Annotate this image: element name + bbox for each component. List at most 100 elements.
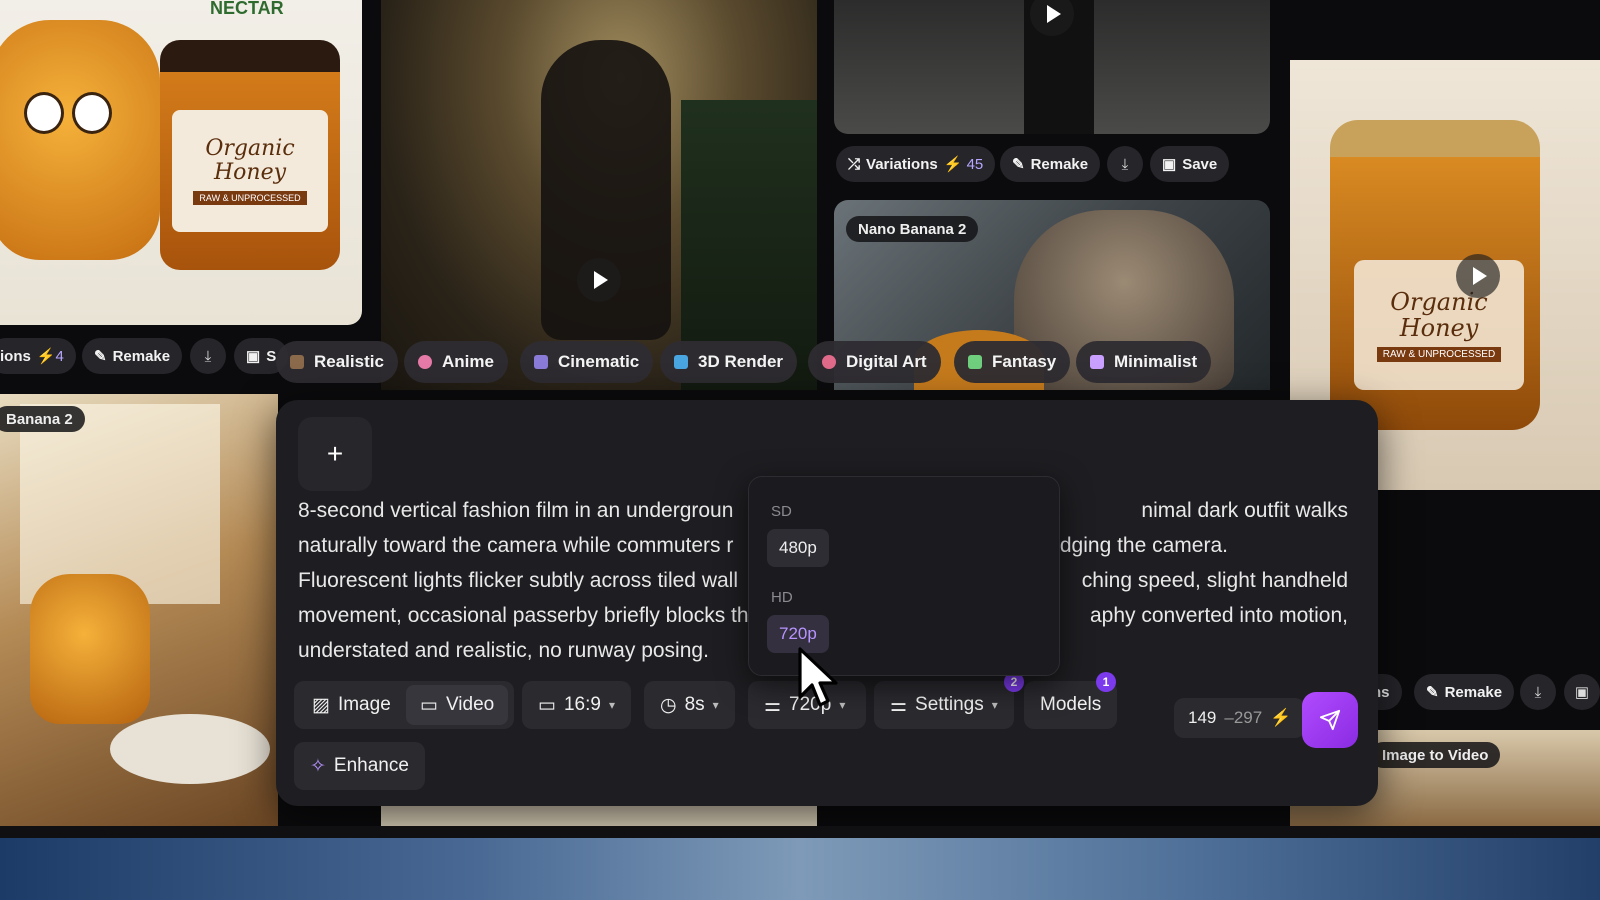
mouse-cursor-icon xyxy=(798,647,838,707)
pencil-icon: ✎ xyxy=(1012,156,1025,173)
window-light xyxy=(20,404,220,604)
models-label: Models xyxy=(1040,694,1102,715)
mode-video-button[interactable]: ▭ Video xyxy=(406,685,509,725)
pencil-icon: ✎ xyxy=(94,348,107,365)
save-icon: ▣ xyxy=(246,348,261,365)
magic-wand-icon: ✧ xyxy=(310,755,326,777)
settings-label: Settings xyxy=(915,694,984,715)
model-tag-banana: Banana 2 xyxy=(0,406,85,432)
download-button-right[interactable]: ⤓ xyxy=(1520,674,1556,710)
aspect-icon: ▭ xyxy=(538,694,556,716)
duration-value: 8s xyxy=(684,694,705,715)
jar-label-text: Organic Honey xyxy=(205,136,295,185)
save-button-right[interactable]: ▣ xyxy=(1564,674,1600,710)
chevron-down-icon: ▾ xyxy=(712,698,719,712)
style-label: Cinematic xyxy=(558,352,640,371)
right-jar-label-sub: RAW & UNPROCESSED xyxy=(1376,346,1502,362)
model-tag-image-to-video: Image to Video xyxy=(1370,742,1501,768)
remake-button[interactable]: ✎ Remake xyxy=(1000,146,1101,182)
cost-value: 149 xyxy=(1188,708,1217,727)
jar-label-sub: RAW & UNPROCESSED xyxy=(193,191,307,205)
dropdown-group-hd: HD xyxy=(771,589,793,606)
send-icon xyxy=(1319,709,1341,731)
save-label: S xyxy=(266,347,277,365)
sliders-icon: ⚌ xyxy=(764,694,782,716)
variations-button-left[interactable]: ions ⚡4 xyxy=(0,338,76,374)
remake-label: Remake xyxy=(112,347,171,365)
variations-label: ions xyxy=(0,347,31,365)
style-chip-realistic[interactable]: Realistic xyxy=(276,341,398,383)
variations-count: ⚡ 45 xyxy=(943,156,984,173)
play-icon[interactable] xyxy=(577,258,621,302)
style-chip-cinematic[interactable]: Cinematic xyxy=(520,341,654,383)
aspect-ratio-select[interactable]: ▭ 16:9 ▾ xyxy=(522,681,631,729)
style-label: 3D Render xyxy=(698,352,784,371)
style-label: Digital Art xyxy=(846,352,927,371)
cartoon-eye-right xyxy=(72,92,112,134)
corridor-video-tile[interactable] xyxy=(834,0,1270,134)
remake-label: Remake xyxy=(1030,155,1089,173)
minimalist-icon xyxy=(1090,355,1104,369)
mode-image-label: Image xyxy=(337,694,391,715)
palette-icon xyxy=(822,355,836,369)
style-label: Anime xyxy=(442,352,494,371)
clapperboard-icon xyxy=(534,355,548,369)
enhance-button[interactable]: ✧ Enhance xyxy=(294,742,425,790)
mode-image-button[interactable]: ▨ Image xyxy=(298,685,405,725)
style-chip-fantasy[interactable]: Fantasy xyxy=(954,341,1071,383)
bottom-honey-tile[interactable] xyxy=(381,806,817,826)
remake-button-right[interactable]: ✎ Remake xyxy=(1414,674,1515,710)
chevron-down-icon: ▾ xyxy=(991,698,998,712)
style-label: Fantasy xyxy=(992,352,1057,371)
download-icon: ⤓ xyxy=(204,347,212,365)
variations-button[interactable]: ⤮ Variations ⚡ 45 xyxy=(836,146,996,182)
settings-button[interactable]: ⚌ Settings ▾ xyxy=(874,681,1014,729)
remake-label: Remake xyxy=(1444,683,1503,701)
video-icon: ▭ xyxy=(420,694,438,716)
cube-icon xyxy=(674,355,688,369)
mode-toggle: ▨ Image ▭ Video xyxy=(294,681,514,729)
resolution-option-480p[interactable]: 480p xyxy=(767,529,829,567)
model-tag-nano-banana: Nano Banana 2 xyxy=(846,216,979,242)
style-label: Realistic xyxy=(314,352,384,371)
remake-button-left[interactable]: ✎ Remake xyxy=(82,338,183,374)
play-icon-right[interactable] xyxy=(1456,254,1500,298)
pencil-icon: ✎ xyxy=(1426,684,1439,701)
style-chip-digital-art[interactable]: Digital Art xyxy=(808,341,941,383)
send-button[interactable] xyxy=(1302,692,1358,748)
honey-jar-image-tile[interactable]: NECTAR Organic Honey RAW & UNPROCESSED xyxy=(0,0,362,325)
breakfast-image-tile[interactable]: Banana 2 xyxy=(0,394,278,826)
brand-label: NECTAR xyxy=(210,0,284,18)
save-button[interactable]: ▣ Save xyxy=(1150,146,1230,182)
toast-plate xyxy=(110,714,270,784)
variations-label: Variations xyxy=(866,155,938,173)
motorcycle-video-tile[interactable] xyxy=(381,0,817,390)
cost-range: –297 xyxy=(1224,708,1263,727)
cartoon-jar-illustration xyxy=(0,20,160,260)
save-icon: ▣ xyxy=(1574,684,1590,701)
style-chip-minimalist[interactable]: Minimalist xyxy=(1076,341,1212,383)
anime-icon xyxy=(418,355,432,369)
jar-label: Organic Honey RAW & UNPROCESSED xyxy=(172,110,328,232)
image-icon: ▨ xyxy=(312,694,330,716)
realistic-icon xyxy=(290,355,304,369)
credit-cost: 149 –297 ⚡ xyxy=(1174,698,1306,738)
download-button[interactable]: ⤓ xyxy=(1107,146,1143,182)
fantasy-icon xyxy=(968,355,982,369)
variations-count: ⚡4 xyxy=(36,348,64,365)
style-chip-3d-render[interactable]: 3D Render xyxy=(660,341,798,383)
shuffle-icon: ⤮ xyxy=(848,155,861,173)
add-attachment-button[interactable]: + xyxy=(298,417,372,491)
plus-icon: + xyxy=(326,438,344,469)
download-button-left[interactable]: ⤓ xyxy=(190,338,226,374)
clock-icon: ◷ xyxy=(660,694,677,716)
enhance-label: Enhance xyxy=(333,755,409,776)
chevron-down-icon: ▾ xyxy=(608,698,615,712)
mode-video-label: Video xyxy=(445,694,495,715)
cartoon-jar-small xyxy=(30,574,150,724)
style-chip-anime[interactable]: Anime xyxy=(404,341,508,383)
bottom-divider xyxy=(0,826,1600,838)
models-badge: 1 xyxy=(1096,672,1116,692)
duration-select[interactable]: ◷ 8s ▾ xyxy=(644,681,735,729)
download-icon: ⤓ xyxy=(1534,683,1542,701)
